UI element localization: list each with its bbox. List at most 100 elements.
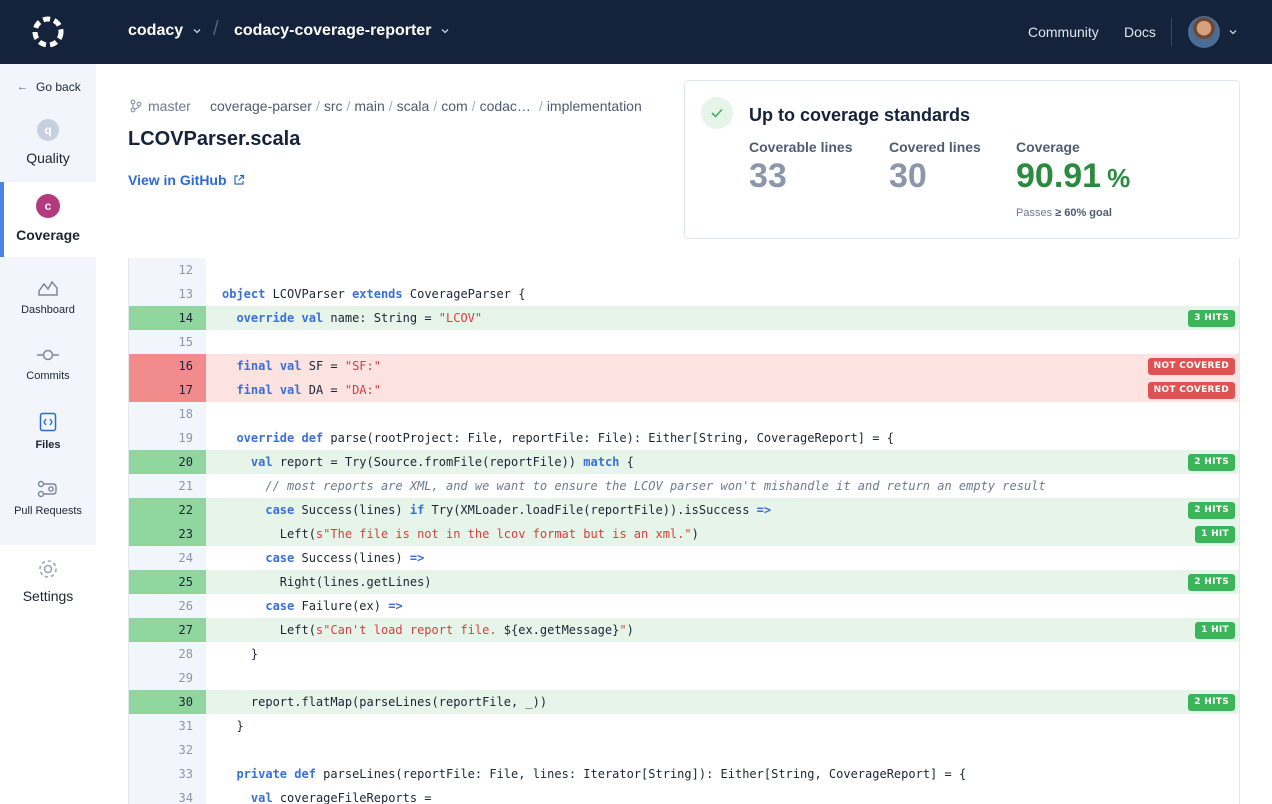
code-line: 20 val report = Try(Source.fromFile(repo… [129,450,1239,474]
code-line: 18 [129,402,1239,426]
covered-lines-value: 30 [889,157,927,195]
go-back-button[interactable]: ← Go back [17,80,81,94]
path-segment[interactable]: src [324,98,343,114]
coverable-lines-label: Coverable lines [749,139,853,155]
line-number[interactable]: 12 [129,258,206,282]
path-segment[interactable]: com [441,98,467,114]
sidebar-item-label: Commits [26,370,70,382]
coverage-unit: % [1107,163,1131,193]
line-number[interactable]: 20 [129,450,206,474]
branch-name: master [148,98,191,114]
line-source: Left(s"Can't load report file. ${ex.getM… [206,618,1239,642]
hits-badge: 1 HIT [1195,622,1235,639]
sidebar-item-label: Quality [26,150,70,166]
line-number[interactable]: 31 [129,714,206,738]
code-line: 14 override val name: String = "LCOV" 3 H… [129,306,1239,330]
covered-lines-stat: Covered lines 30 [889,139,981,196]
line-source: val report = Try(Source.fromFile(reportF… [206,450,1239,474]
path-segment[interactable]: implementation [547,98,642,114]
line-source: override val name: String = "LCOV" [206,306,1239,330]
goal-prefix: Passes [1016,207,1053,219]
line-number[interactable]: 19 [129,426,206,450]
user-avatar[interactable] [1188,16,1220,48]
sidebar-item-files[interactable]: Files [0,412,96,451]
commits-icon [37,349,59,361]
path-segment[interactable]: coverage-parser [210,98,312,114]
code-line: 25 Right(lines.getLines) 2 HITS [129,570,1239,594]
sidebar-item-label: Dashboard [21,304,75,316]
line-number[interactable]: 26 [129,594,206,618]
path-segment[interactable]: scala [397,98,430,114]
line-number[interactable]: 34 [129,786,206,804]
gear-icon [39,560,57,578]
sidebar: ← Go back q Quality c Coverage Dashboard… [0,64,96,804]
line-number[interactable]: 32 [129,738,206,762]
sidebar-item-settings[interactable]: Settings [0,558,96,604]
chevron-down-icon [441,29,449,34]
line-source: Right(lines.getLines) [206,570,1239,594]
sidebar-item-coverage[interactable]: c Coverage [0,194,96,243]
code-line: 29 [129,666,1239,690]
line-number[interactable]: 14 [129,306,206,330]
organization-selector[interactable]: codacy [128,22,201,40]
line-number[interactable]: 28 [129,642,206,666]
coverage-label: Coverage [1016,139,1080,155]
coverage-percentage-stat: Coverage 90.91% [1016,139,1130,196]
line-number[interactable]: 33 [129,762,206,786]
line-number[interactable]: 15 [129,330,206,354]
line-number[interactable]: 16 [129,354,206,378]
line-number[interactable]: 24 [129,546,206,570]
line-number[interactable]: 30 [129,690,206,714]
coverage-value: 90.91% [1016,157,1130,196]
code-line: 28 } [129,642,1239,666]
sidebar-item-quality[interactable]: q Quality [0,119,96,166]
community-link[interactable]: Community [1028,24,1099,40]
sidebar-item-dashboard[interactable]: Dashboard [0,279,96,316]
line-number[interactable]: 21 [129,474,206,498]
coverage-status-title: Up to coverage standards [749,105,971,125]
arrow-left-icon: ← [17,81,28,93]
codacy-logo-icon[interactable] [30,14,66,50]
hits-badge: 2 HITS [1188,694,1235,711]
docs-link[interactable]: Docs [1124,24,1156,40]
line-number[interactable]: 18 [129,402,206,426]
line-source: case Success(lines) => [265,551,425,565]
sidebar-item-label: Settings [22,588,74,604]
code-line: 17 final val DA = "DA:" NOT COVERED [129,378,1239,402]
repository-selector[interactable]: codacy-coverage-reporter [234,22,449,40]
line-number[interactable]: 23 [129,522,206,546]
code-line: 30 report.flatMap(parseLines(reportFile,… [129,690,1239,714]
line-source: case Success(lines) if Try(XMLoader.load… [206,498,1239,522]
line-number[interactable]: 25 [129,570,206,594]
code-line: 34 val coverageFileReports = [129,786,1239,804]
line-source: private def parseLines(reportFile: File,… [236,767,967,781]
line-source: report.flatMap(parseLines(reportFile, _)… [206,690,1239,714]
code-line: 32 [129,738,1239,762]
sidebar-item-pull-requests[interactable]: Pull Requests [0,480,96,517]
line-source [206,402,1239,426]
source-code-view: 12 13 object LCOVParser extends CoveragePa… [128,258,1240,804]
code-line: 27 Left(s"Can't load report file. ${ex.g… [129,618,1239,642]
view-in-github-link[interactable]: View in GitHub [128,172,245,188]
sidebar-item-label: Files [35,439,61,451]
line-source: } [222,719,244,733]
line-number[interactable]: 27 [129,618,206,642]
chevron-down-icon[interactable] [1229,28,1237,36]
code-line: 13 object LCOVParser extends CoveragePars… [129,282,1239,306]
path-segment[interactable]: main [354,98,384,114]
code-line: 16 final val SF = "SF:" NOT COVERED [129,354,1239,378]
line-number[interactable]: 13 [129,282,206,306]
external-link-icon [233,174,244,185]
line-number[interactable]: 22 [129,498,206,522]
code-line: 26 case Failure(ex) => [129,594,1239,618]
covered-lines-label: Covered lines [889,139,981,155]
branch-selector[interactable]: master [130,98,191,114]
line-number[interactable]: 17 [129,378,206,402]
line-number[interactable]: 29 [129,666,206,690]
page-title: LCOVParser.scala [128,128,301,150]
breadcrumb-separator: / [213,18,219,40]
path-segment[interactable]: codac… [480,98,531,114]
line-source [206,330,1239,354]
sidebar-item-commits[interactable]: Commits [0,347,96,382]
line-source [206,738,1239,762]
